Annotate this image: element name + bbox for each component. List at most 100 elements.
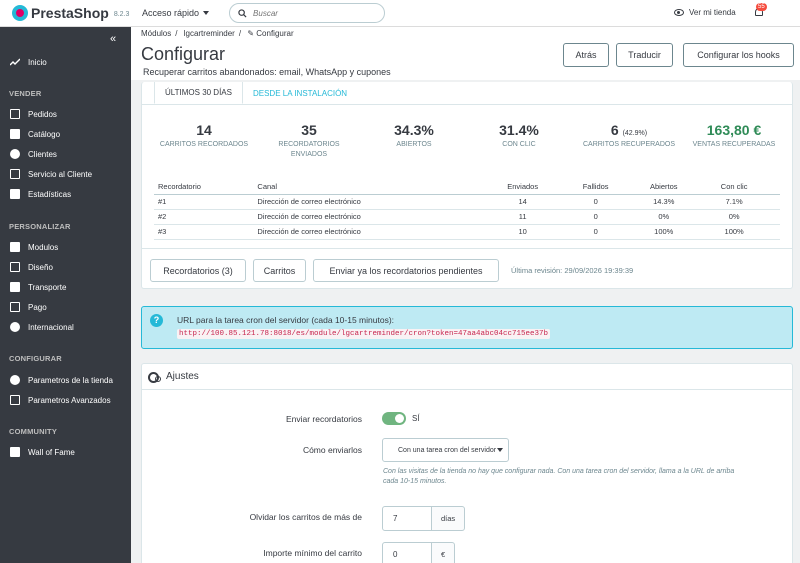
sidebar-item-estadisticas[interactable]: Estadísticas [0, 185, 131, 203]
puzzle-icon [10, 242, 20, 252]
kpi-reminders-sent: 35 RECORDATORIOS ENVIADOS [278, 122, 340, 158]
section-title-configurar: CONFIGURAR [9, 354, 62, 363]
breadcrumb-item[interactable]: Módulos [141, 29, 171, 38]
version-label: 8.2.3 [113, 11, 130, 18]
translate-button[interactable]: Traducir [616, 43, 673, 67]
cron-url[interactable]: http://100.85.121.78:8018/es/module/lgca… [177, 329, 551, 339]
monitor-icon [10, 262, 20, 272]
sidebar-item-wall-of-fame[interactable]: Wall of Fame [0, 443, 131, 461]
reminders-table: Recordatorio Canal Enviados Fallidos Abi… [154, 180, 780, 240]
card-icon [10, 302, 20, 312]
quick-access-label: Acceso rápido [142, 8, 200, 18]
min-cart-amount-input[interactable]: 0 [382, 542, 432, 563]
globe-icon [10, 322, 20, 332]
settings-icon [10, 395, 20, 405]
currency-unit: € [432, 542, 456, 563]
settings-panel: Ajustes Enviar recordatorios SÍ Cómo env… [141, 363, 793, 563]
send-method-label: Cómo enviarlos [302, 445, 362, 455]
sidebar-item-servicio[interactable]: Servicio al Cliente [0, 165, 131, 183]
kpi-clicked: 31.4% CON CLIC [499, 122, 539, 148]
period-tabs: ÚLTIMOS 30 DÍAS DESDE LA INSTALACIÓN [154, 82, 357, 104]
section-title-personalizar: PERSONALIZAR [9, 222, 71, 231]
sidebar-item-parametros-avanzados[interactable]: Parametros Avanzados [0, 391, 131, 409]
sidebar-item-modulos[interactable]: Modulos [0, 238, 131, 256]
question-icon: ? [150, 314, 163, 327]
reminders-button[interactable]: Recordatorios (3) [150, 259, 246, 282]
search-icon [238, 8, 247, 18]
search-box[interactable] [229, 3, 386, 23]
truck-icon [10, 282, 20, 292]
kpi-recovered-sales: 163,80 € VENTAS RECUPERADAS [692, 122, 776, 148]
settings-title: Ajustes [166, 371, 199, 382]
kpi-opened: 34.3% ABIERTOS [394, 122, 434, 148]
sidebar-item-inicio[interactable]: Inicio [0, 53, 131, 71]
table-row: #2 Dirección de correo electrónico 11 0 … [154, 209, 780, 225]
settings-header: Ajustes [142, 364, 792, 390]
wrench-icon: ✎ [247, 29, 255, 38]
send-method-help: Con las visitas de la tienda no hay que … [383, 468, 735, 485]
min-cart-amount-input-group: 0 € [382, 542, 456, 563]
sidebar-item-pago[interactable]: Pago [0, 298, 131, 316]
forget-carts-input[interactable]: 7 [382, 506, 432, 531]
last-revision-text: Última revisión: 29/09/2026 19:39:39 [511, 266, 634, 275]
sidebar-item-pedidos[interactable]: Pedidos [0, 105, 131, 123]
trend-icon [10, 58, 20, 66]
breadcrumb-item[interactable]: lgcartreminder [184, 29, 235, 38]
search-input[interactable] [253, 8, 374, 18]
section-title-community: COMMUNITY [9, 427, 58, 436]
cron-info-alert: ? URL para la tarea cron del servidor (c… [141, 306, 793, 349]
kpi-carts-recovered: 6 (42.9%) CARRITOS RECUPERADOS [582, 122, 676, 148]
cron-info-text: URL para la tarea cron del servidor (cad… [177, 315, 395, 325]
inbox-icon [10, 109, 20, 119]
page-subtitle: Recuperar carritos abandonados: email, W… [143, 67, 391, 77]
collapse-sidebar-icon[interactable]: « [110, 33, 116, 45]
sidebar-item-catalogo[interactable]: Catálogo [0, 125, 131, 143]
min-cart-amount-label: Importe mínimo del carrito [263, 548, 362, 558]
view-store-label: Ver mi tienda [689, 8, 736, 17]
notification-badge: 55 [756, 3, 767, 11]
table-row: #3 Dirección de correo electrónico 10 0 … [154, 224, 780, 240]
back-button[interactable]: Atrás [563, 43, 609, 67]
breadcrumb-item: Configurar [256, 29, 294, 38]
table-header-row: Recordatorio Canal Enviados Fallidos Abi… [154, 180, 780, 195]
chat-icon [10, 169, 20, 179]
caret-down-icon [203, 11, 210, 15]
eye-icon [674, 9, 684, 16]
sidebar-item-diseno[interactable]: Diseño [0, 258, 131, 276]
table-row: #1 Dirección de correo electrónico 14 0 … [154, 194, 780, 210]
send-reminders-value: SÍ [412, 414, 420, 423]
configure-hooks-button[interactable]: Configurar los hooks [683, 43, 794, 67]
quick-access-dropdown[interactable]: Acceso rápido [142, 8, 210, 18]
section-title-vender: VENDER [9, 89, 42, 98]
forget-carts-input-group: 7 días [382, 506, 466, 531]
cogs-icon [148, 371, 161, 383]
store-icon [10, 129, 20, 139]
gear-icon [10, 375, 20, 385]
sidebar-item-parametros-tienda[interactable]: Parametros de la tienda [0, 371, 131, 389]
sidebar-item-transporte[interactable]: Transporte [0, 278, 131, 296]
send-pending-reminders-button[interactable]: Enviar ya los recordatorios pendientes [313, 259, 499, 282]
carts-button[interactable]: Carritos [253, 259, 306, 282]
top-bar: PrestaShop 8.2.3 Acceso rápido Ver mi ti… [0, 0, 800, 27]
page-header: Módulos / lgcartreminder / ✎ Configurar Co… [131, 27, 800, 80]
page-title: Configurar [141, 44, 226, 64]
stats-panel: ÚLTIMOS 30 DÍAS DESDE LA INSTALACIÓN 14 … [141, 82, 793, 289]
brand-name: PrestaShop [31, 5, 109, 21]
send-reminders-toggle[interactable] [382, 412, 406, 425]
tab-since-install[interactable]: DESDE LA INSTALACIÓN [243, 82, 357, 104]
tab-last-30-days[interactable]: ÚLTIMOS 30 DÍAS [154, 82, 243, 104]
send-reminders-label: Enviar recordatorios [285, 414, 362, 424]
forget-carts-unit: días [432, 506, 466, 531]
chevron-down-icon [497, 448, 503, 452]
group-icon [10, 447, 20, 457]
kpi-carts-reminded: 14 CARRITOS RECORDADOS [159, 122, 249, 148]
brand-logo[interactable]: PrestaShop 8.2.3 [12, 5, 132, 21]
sidebar-item-internacional[interactable]: Internacional [0, 318, 131, 336]
send-method-select[interactable]: Con una tarea cron del servidor [382, 438, 509, 462]
forget-carts-label: Olvidar los carritos de más de [249, 512, 362, 522]
user-icon [10, 149, 20, 159]
bar-chart-icon [10, 189, 20, 199]
view-store-link[interactable]: Ver mi tienda [674, 8, 736, 17]
sidebar: « Inicio VENDER Pedidos Catálogo Cliente… [0, 27, 131, 563]
sidebar-item-clientes[interactable]: Clientes [0, 145, 131, 163]
